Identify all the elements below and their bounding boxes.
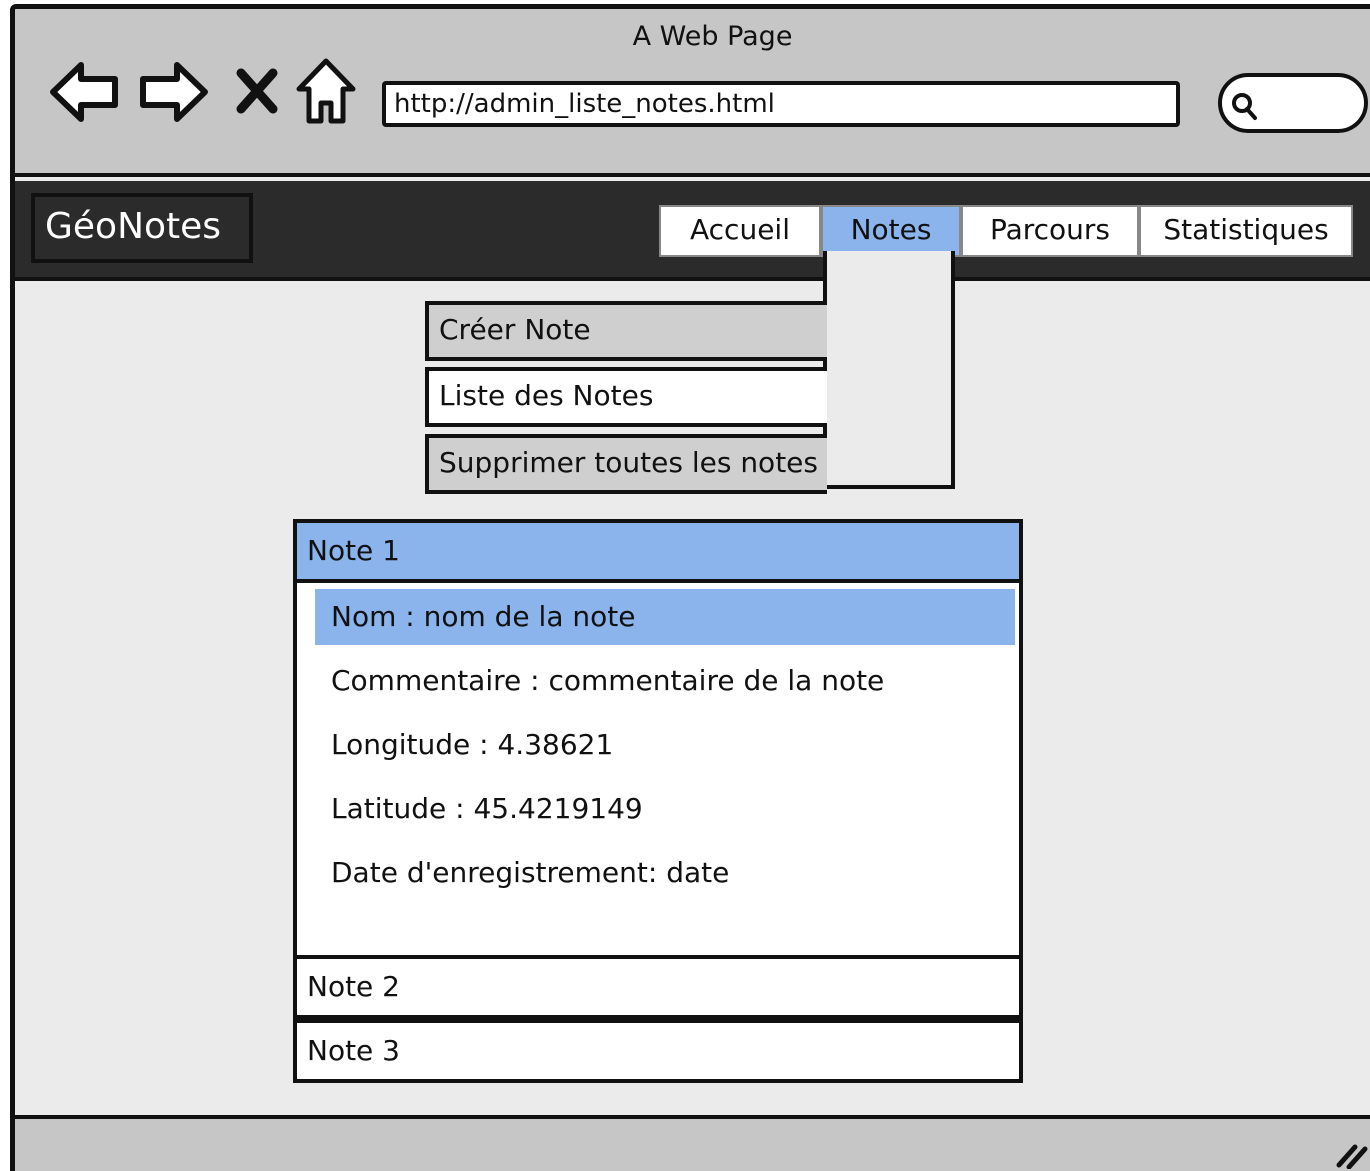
note-details: Nom : nom de la note Commentaire : comme… xyxy=(293,583,1023,955)
status-bar xyxy=(15,1115,1370,1171)
tab-notes[interactable]: Notes xyxy=(821,205,961,257)
note-header-1[interactable]: Note 1 xyxy=(293,519,1023,583)
home-icon[interactable] xyxy=(295,57,357,127)
menu-item-supprimer-toutes-les-notes[interactable]: Supprimer toutes les notes xyxy=(425,434,827,494)
search-icon xyxy=(1232,93,1257,120)
note-field-longitude[interactable]: Longitude : 4.38621 xyxy=(315,717,1015,773)
notes-dropdown xyxy=(823,251,955,489)
resize-grip-icon[interactable] xyxy=(1333,1139,1369,1169)
note-header-3[interactable]: Note 3 xyxy=(293,1019,1023,1083)
tab-parcours[interactable]: Parcours xyxy=(961,205,1139,257)
note-field-commentaire[interactable]: Commentaire : commentaire de la note xyxy=(315,653,1015,709)
note-field-latitude[interactable]: Latitude : 45.4219149 xyxy=(315,781,1015,837)
note-field-nom[interactable]: Nom : nom de la note xyxy=(315,589,1015,645)
window-title: A Web Page xyxy=(632,21,793,52)
nav-tabs: Accueil Notes Parcours Statistiques xyxy=(659,205,1353,257)
browser-window: A Web Page http://admin_liste_notes.html… xyxy=(10,4,1370,1171)
menu-item-liste-des-notes[interactable]: Liste des Notes xyxy=(425,367,827,427)
browser-search-field[interactable] xyxy=(1218,73,1368,133)
tab-statistiques[interactable]: Statistiques xyxy=(1139,205,1353,257)
brand-logo[interactable]: GéoNotes xyxy=(31,193,253,263)
browser-chrome: A Web Page http://admin_liste_notes.html xyxy=(15,9,1370,177)
stop-icon[interactable] xyxy=(235,67,279,115)
address-bar[interactable]: http://admin_liste_notes.html xyxy=(382,81,1180,127)
note-header-2[interactable]: Note 2 xyxy=(293,955,1023,1019)
app-header: GéoNotes Accueil Notes Parcours Statisti… xyxy=(15,181,1370,281)
back-arrow-icon[interactable] xyxy=(49,59,121,125)
note-field-date[interactable]: Date d'enregistrement: date xyxy=(315,845,1015,901)
menu-item-creer-note[interactable]: Créer Note xyxy=(425,301,827,361)
tab-accueil[interactable]: Accueil xyxy=(659,205,821,257)
forward-arrow-icon[interactable] xyxy=(137,59,209,125)
